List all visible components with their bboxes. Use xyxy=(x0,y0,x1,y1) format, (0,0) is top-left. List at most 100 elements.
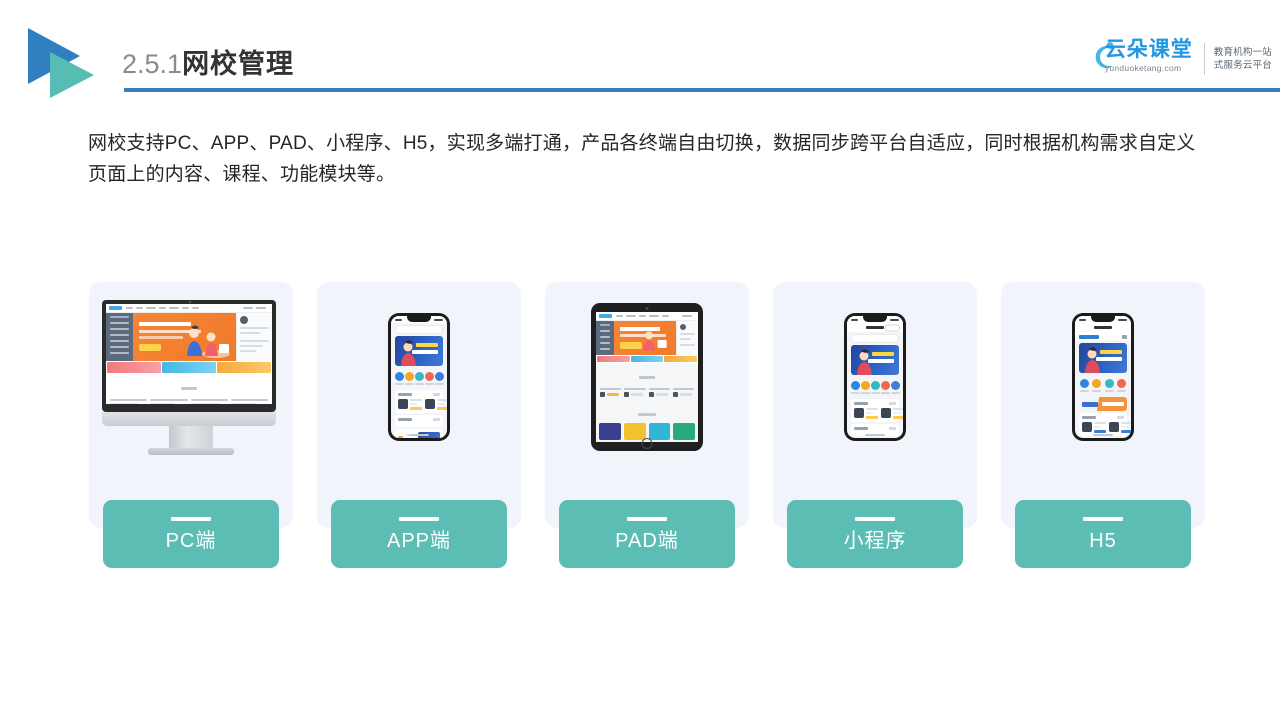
device-mockup-smartphone xyxy=(317,282,521,472)
brand-mark: 云朵课堂 yunduoketang.com xyxy=(1083,37,1193,81)
quick-icon[interactable] xyxy=(424,372,434,385)
nav-item xyxy=(192,306,199,309)
site-right-rail xyxy=(236,312,272,361)
promo-banner[interactable] xyxy=(217,361,271,373)
phone-notch xyxy=(1091,316,1115,322)
device-mockup-tablet xyxy=(545,282,749,472)
quick-icon[interactable] xyxy=(434,372,444,385)
promo-banner[interactable] xyxy=(664,356,698,362)
device-label-app[interactable]: APP端 xyxy=(331,500,507,568)
phone-notch xyxy=(407,316,431,322)
label-dash xyxy=(627,516,667,521)
promo-strip[interactable] xyxy=(1079,397,1127,411)
page-title: 2.5.1网校管理 xyxy=(122,42,294,81)
promo-banner-row xyxy=(106,360,272,374)
phone-notch xyxy=(863,316,887,322)
course-grid xyxy=(596,399,698,442)
nav-item xyxy=(243,306,253,309)
quick-icon[interactable] xyxy=(870,381,880,394)
quick-icon[interactable] xyxy=(404,372,414,385)
course-section xyxy=(1079,413,1131,436)
device-card-h5[interactable]: H5 xyxy=(1001,282,1205,568)
quick-icon[interactable] xyxy=(880,381,890,394)
device-label-miniprogram[interactable]: 小程序 xyxy=(787,500,963,568)
site-logo-icon xyxy=(109,305,122,310)
device-label-text: PAD端 xyxy=(615,529,679,552)
webcam-icon xyxy=(645,306,649,310)
course-item[interactable] xyxy=(648,388,670,397)
course-item[interactable] xyxy=(672,388,694,397)
device-card-miniprogram[interactable]: 小程序 xyxy=(773,282,977,568)
course-item[interactable] xyxy=(600,388,622,397)
hero-cta-button[interactable] xyxy=(139,343,161,351)
label-dash xyxy=(1083,516,1123,521)
device-mockup-smartphone-miniprogram xyxy=(773,282,977,472)
quick-icon[interactable] xyxy=(890,381,900,394)
home-button-icon[interactable] xyxy=(641,438,653,449)
device-label-text: 小程序 xyxy=(843,529,907,552)
brand-domain: yunduoketang.com xyxy=(1104,63,1182,73)
course-item[interactable] xyxy=(854,408,878,419)
device-label-h5[interactable]: H5 xyxy=(1015,500,1191,568)
site-sidebar xyxy=(106,312,133,361)
recommend-section xyxy=(395,415,443,427)
site-hero-banner[interactable] xyxy=(614,321,676,355)
course-item[interactable] xyxy=(398,399,422,410)
nav-item xyxy=(136,306,143,309)
nav-item xyxy=(256,306,266,309)
quick-icon[interactable] xyxy=(414,372,424,385)
search-input[interactable] xyxy=(395,325,443,334)
promo-banner[interactable] xyxy=(162,361,216,373)
course-item[interactable] xyxy=(230,398,268,404)
course-item[interactable] xyxy=(150,398,188,404)
quick-icon[interactable] xyxy=(1117,379,1127,392)
quick-icon[interactable] xyxy=(850,381,860,394)
hero-banner[interactable] xyxy=(395,336,443,366)
quick-icon[interactable] xyxy=(860,381,870,394)
phone-mockup xyxy=(1072,313,1134,441)
device-card-pad[interactable]: PAD端 xyxy=(545,282,749,568)
slide-header: 2.5.1网校管理 云朵课堂 yunduoketang.com 教育机构一站 式… xyxy=(0,0,1280,100)
nav-item xyxy=(182,306,189,309)
quick-icon[interactable] xyxy=(1079,379,1089,392)
phone-screen xyxy=(391,316,447,438)
device-card-app[interactable]: APP端 xyxy=(317,282,521,568)
promo-banner[interactable] xyxy=(630,356,664,362)
course-card[interactable] xyxy=(673,423,695,442)
course-item[interactable] xyxy=(881,408,903,419)
course-item[interactable] xyxy=(1109,422,1131,433)
course-item[interactable] xyxy=(110,398,148,404)
phone-mockup xyxy=(844,313,906,441)
hero-banner[interactable] xyxy=(1079,343,1127,373)
course-card[interactable] xyxy=(599,423,621,442)
promo-banner[interactable] xyxy=(597,356,630,362)
nav-item xyxy=(146,306,156,309)
label-dash xyxy=(855,516,895,521)
user-avatar-icon[interactable] xyxy=(1122,334,1127,339)
quick-icon[interactable] xyxy=(394,372,404,385)
search-input[interactable] xyxy=(851,334,899,343)
device-card-pc[interactable]: PC端 xyxy=(89,282,293,568)
quick-icon[interactable] xyxy=(1104,379,1114,392)
device-label-pad[interactable]: PAD端 xyxy=(559,500,735,568)
course-item[interactable] xyxy=(190,398,228,404)
course-list xyxy=(106,397,272,404)
imac-chin xyxy=(102,411,276,426)
course-item[interactable] xyxy=(425,399,447,410)
home-indicator xyxy=(1093,434,1113,436)
hero-banner[interactable] xyxy=(851,345,899,375)
course-item[interactable] xyxy=(1082,422,1106,433)
illustration-person-icon xyxy=(857,349,872,375)
course-item[interactable] xyxy=(624,388,646,397)
site-right-rail xyxy=(676,321,698,355)
miniprogram-capsule-button[interactable] xyxy=(885,324,900,331)
course-card[interactable] xyxy=(648,423,671,442)
device-label-pc[interactable]: PC端 xyxy=(103,500,279,568)
intro-paragraph: 网校支持PC、APP、PAD、小程序、H5，实现多端打通，产品各终端自由切换，数… xyxy=(88,133,1196,185)
illustration-people xyxy=(643,331,667,351)
imac-screen xyxy=(102,299,276,412)
brand-tagline: 教育机构一站 式服务云平台 xyxy=(1214,46,1272,72)
course-section xyxy=(851,399,903,422)
quick-icon[interactable] xyxy=(1092,379,1102,392)
promo-banner[interactable] xyxy=(107,361,161,373)
